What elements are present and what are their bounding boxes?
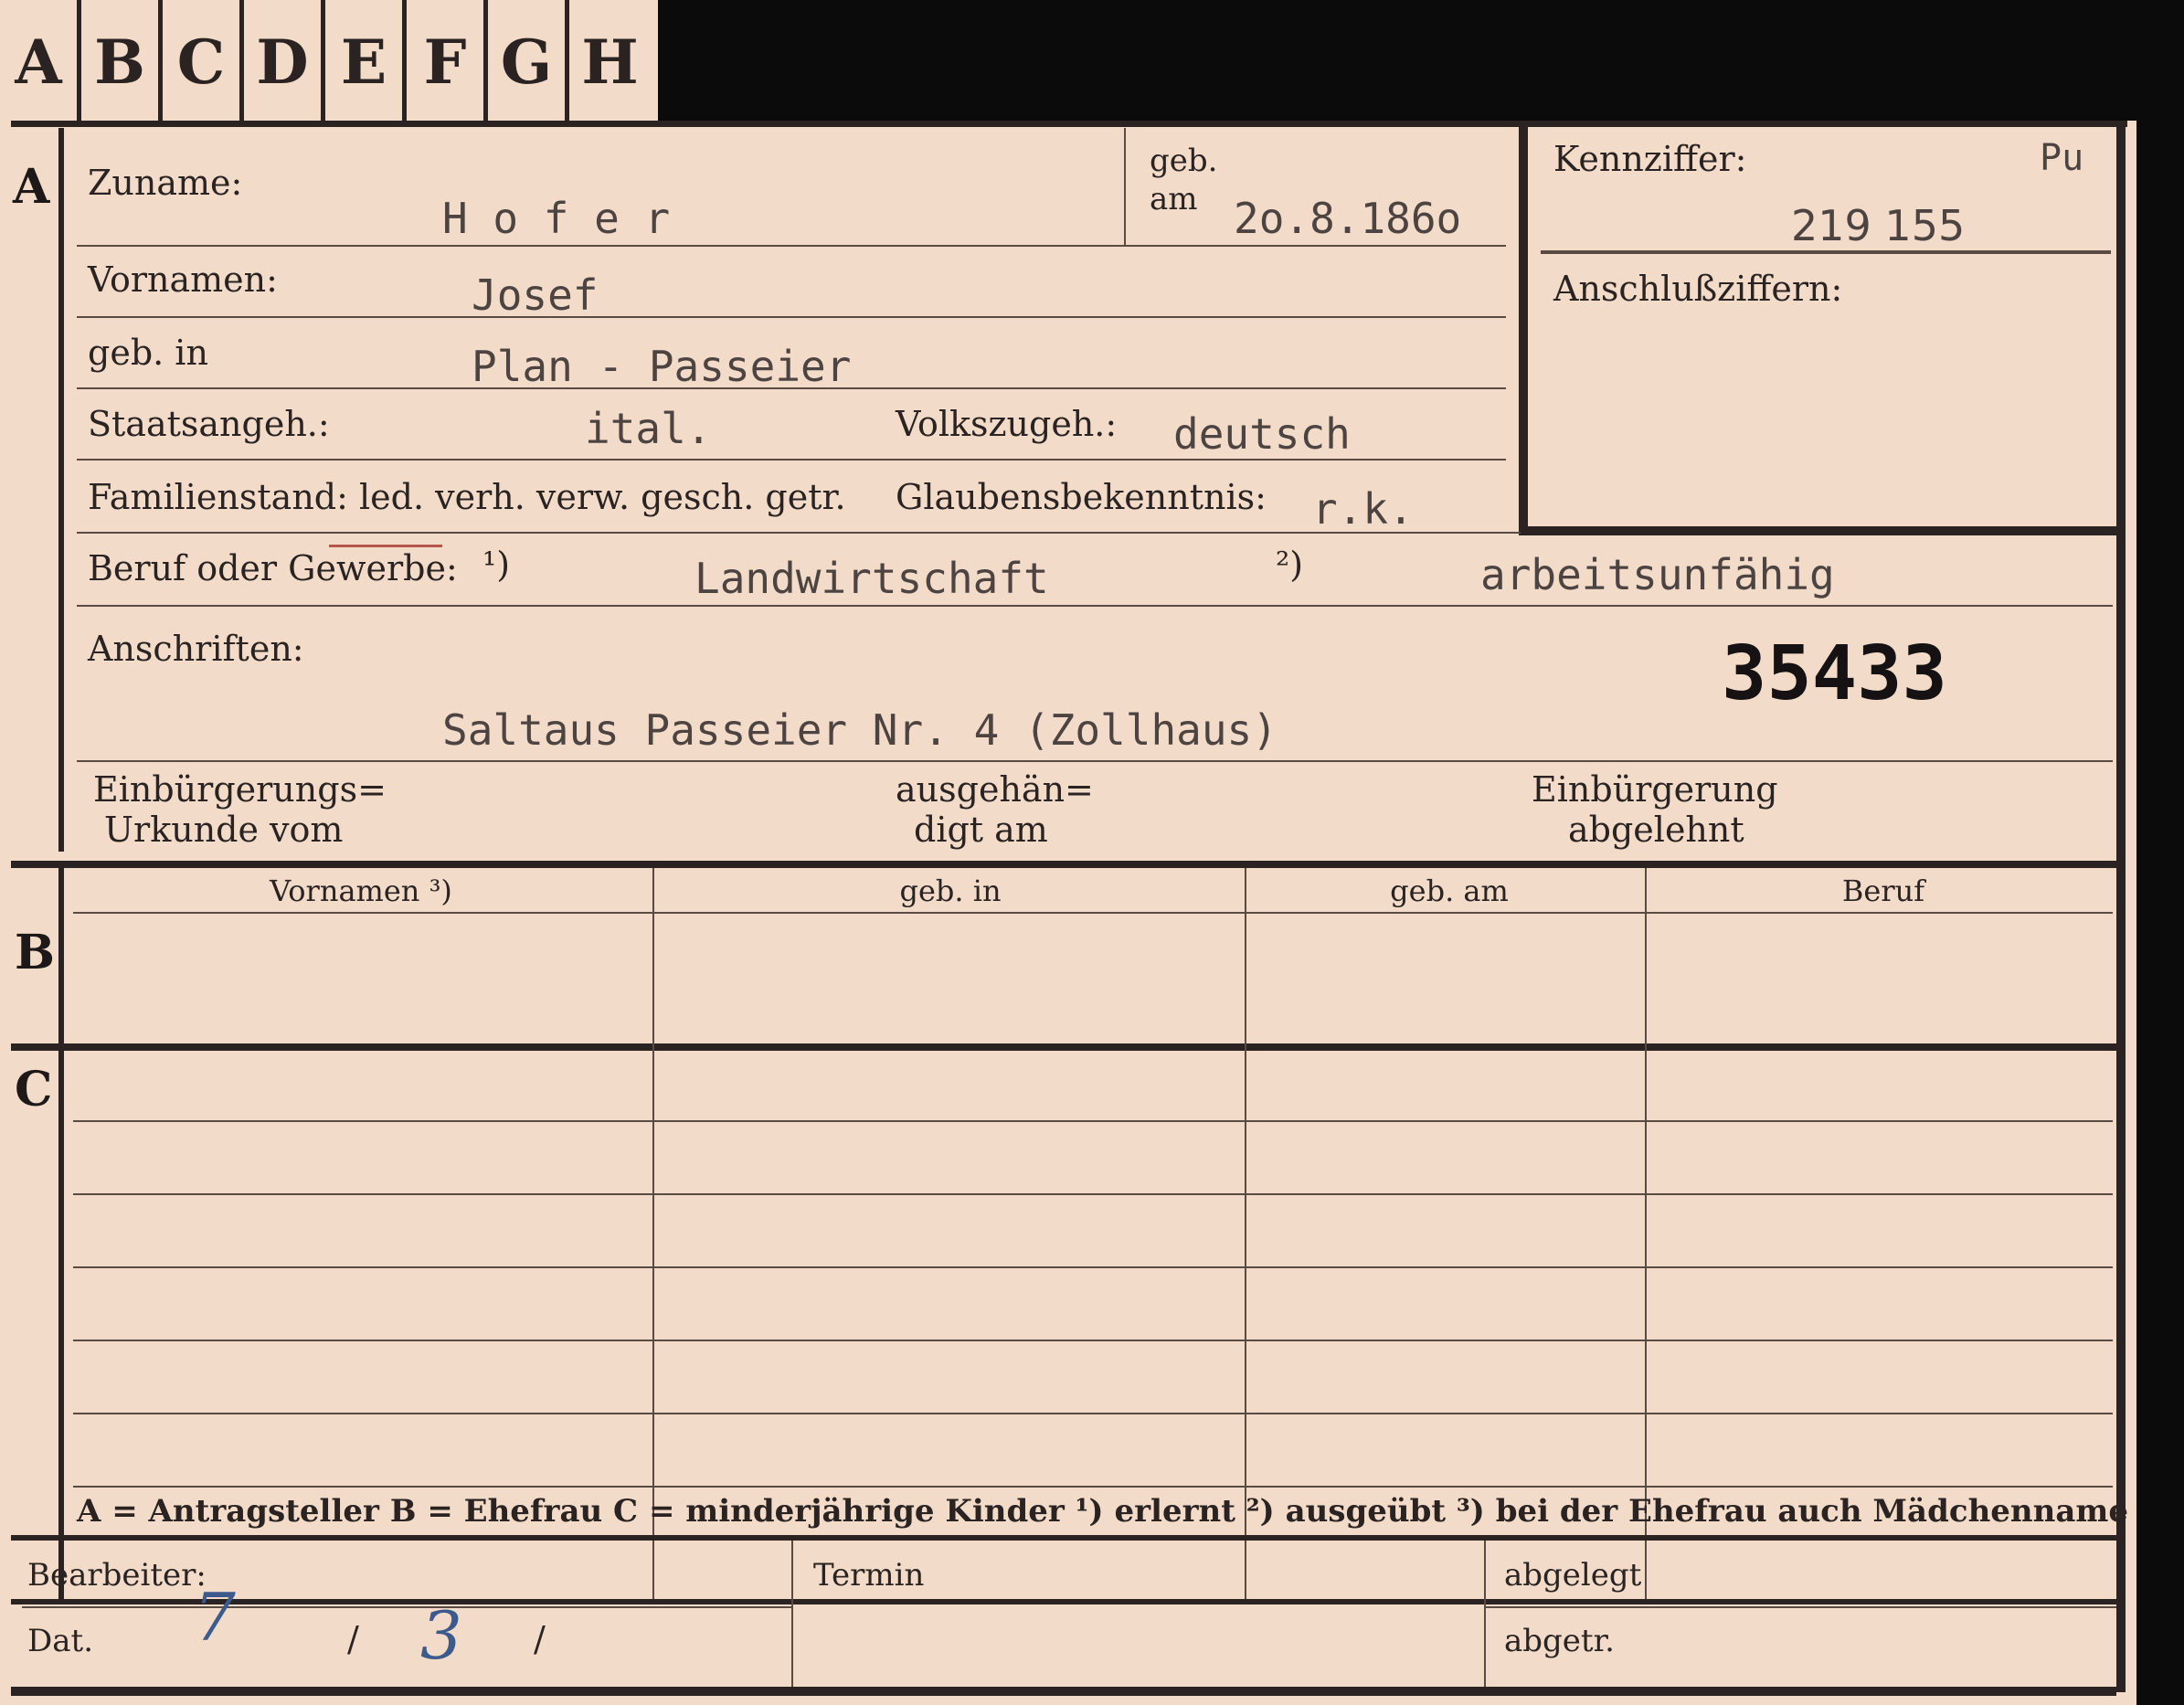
index-card: A B C Kennziffer: Pu 219 155 Anschlußzif… bbox=[0, 121, 2136, 1705]
kennziffer-value: 219 155 bbox=[1791, 201, 1966, 250]
kennziffer-label: Kennziffer: bbox=[1553, 139, 1747, 179]
c-row-line-3 bbox=[73, 1266, 2113, 1268]
staatsangeh-value: ital. bbox=[585, 404, 712, 453]
tab-h[interactable]: H bbox=[569, 0, 651, 124]
beruf-erlernt-value: Landwirtschaft bbox=[694, 554, 1049, 603]
tab-g[interactable]: G bbox=[488, 0, 569, 124]
rule-section-c-top bbox=[11, 1043, 2116, 1051]
rule-legend-top bbox=[11, 1599, 2116, 1604]
anschrift-value: Saltaus Passeier Nr. 4 (Zollhaus) bbox=[442, 705, 1278, 755]
date-day-handwritten: 7 bbox=[194, 1579, 236, 1656]
rule-beruf bbox=[77, 605, 2113, 607]
tab-b[interactable]: B bbox=[81, 0, 163, 124]
geb-in-label: geb. in bbox=[88, 333, 208, 373]
familienstand-marker bbox=[329, 545, 442, 547]
col-divider-2 bbox=[1245, 868, 1246, 1599]
termin-label: Termin bbox=[813, 1557, 925, 1594]
section-a-letter: A bbox=[13, 159, 50, 215]
bearbeiter-label: Bearbeiter: bbox=[27, 1557, 207, 1594]
ausgehaendigt-label-2: digt am bbox=[914, 810, 1048, 850]
geb-in-value: Plan - Passeier bbox=[472, 342, 852, 391]
footer-rule-left bbox=[22, 1606, 791, 1608]
tab-a[interactable]: A bbox=[0, 0, 81, 124]
section-c-rule bbox=[58, 1051, 64, 1599]
rule-zuname bbox=[77, 245, 1506, 247]
glaubensbekenntnis-label: Glaubensbekenntnis: bbox=[896, 477, 1267, 517]
kennziffer-prefix: Pu bbox=[2040, 137, 2084, 179]
ausgehaendigt-label-1: ausgehän= bbox=[896, 769, 1094, 810]
c-row-line-5 bbox=[73, 1413, 2113, 1414]
volkszugeh-value: deutsch bbox=[1173, 409, 1351, 459]
footer-divider-1 bbox=[791, 1541, 793, 1689]
col-divider-1 bbox=[652, 868, 654, 1599]
beruf-label: Beruf oder Gewerbe: bbox=[88, 548, 458, 588]
col-divider-3 bbox=[1645, 868, 1647, 1599]
rule-legend-bottom bbox=[11, 1535, 2116, 1541]
glaubensbekenntnis-value: r.k. bbox=[1312, 484, 1414, 534]
c-row-line-4 bbox=[73, 1340, 2113, 1341]
zuname-value: H o f e r bbox=[442, 194, 671, 243]
zuname-label: Zuname: bbox=[88, 163, 243, 203]
frame-right bbox=[2116, 121, 2126, 1692]
header-geb-am: geb. am bbox=[1390, 874, 1509, 908]
beruf-note1: ¹) bbox=[482, 545, 511, 585]
staatsangeh-label: Staatsangeh.: bbox=[88, 404, 330, 444]
header-beruf: Beruf bbox=[1841, 874, 1925, 908]
vornamen-value: Josef bbox=[472, 270, 599, 320]
tab-f[interactable]: F bbox=[407, 0, 488, 124]
familienstand-label: Familienstand: led. verh. verw. gesch. g… bbox=[88, 477, 846, 517]
footer-divider-2 bbox=[1484, 1541, 1486, 1689]
kennziffer-rule bbox=[1541, 250, 2111, 254]
volkszugeh-label: Volkszugeh.: bbox=[896, 404, 1118, 444]
footer-rule-right bbox=[1484, 1606, 2116, 1608]
geb-divider bbox=[1124, 128, 1126, 247]
rule-section-b-top bbox=[11, 861, 2116, 868]
header-vornamen: Vornamen ³) bbox=[270, 874, 452, 908]
am-label: am bbox=[1150, 181, 1198, 217]
einbuergerung-abgelehnt-label-2: abgelehnt bbox=[1568, 810, 1744, 850]
rule-staatsangeh bbox=[77, 459, 1506, 461]
frame-bottom bbox=[11, 1687, 2116, 1696]
beruf-ausgeuebt-value: arbeitsunfähig bbox=[1480, 550, 1835, 599]
einbuergerungsurkunde-label-2: Urkunde vom bbox=[104, 810, 344, 850]
anschlussziffern-label: Anschlußziffern: bbox=[1553, 269, 1843, 309]
rule-geb-in bbox=[77, 387, 1506, 389]
rule-vornamen bbox=[77, 316, 1506, 318]
dat-label: Dat. bbox=[27, 1623, 94, 1659]
kennziffer-box-left bbox=[1519, 126, 1528, 528]
beruf-note2: ²) bbox=[1276, 545, 1304, 585]
frame-top bbox=[11, 121, 2127, 127]
rule-anschrift bbox=[77, 760, 2113, 762]
section-a-rule bbox=[58, 128, 64, 852]
stamp-number: 35433 bbox=[1722, 630, 1947, 717]
c-row-line-6 bbox=[73, 1486, 2113, 1488]
date-slash-2: / bbox=[534, 1619, 546, 1659]
rule-table-header bbox=[73, 912, 2113, 914]
section-b-letter: B bbox=[15, 925, 55, 980]
abgelegt-label: abgelegt bbox=[1504, 1557, 1642, 1594]
kennziffer-box-bottom bbox=[1519, 526, 2118, 535]
letter-tabs: A B C D E F G H bbox=[0, 0, 658, 124]
section-c-letter: C bbox=[15, 1062, 53, 1117]
anschriften-label: Anschriften: bbox=[88, 629, 304, 669]
geb-label: geb. bbox=[1150, 143, 1218, 179]
c-row-line-1 bbox=[73, 1120, 2113, 1122]
c-row-line-2 bbox=[73, 1193, 2113, 1195]
tab-c[interactable]: C bbox=[163, 0, 244, 124]
date-month-handwritten: 3 bbox=[420, 1597, 462, 1674]
vornamen-label: Vornamen: bbox=[88, 259, 278, 300]
geb-am-value: 2o.8.186o bbox=[1234, 194, 1462, 243]
tab-e[interactable]: E bbox=[325, 0, 407, 124]
header-geb-in: geb. in bbox=[899, 874, 1002, 908]
tab-d[interactable]: D bbox=[244, 0, 325, 124]
legend-text: A = Antragsteller B = Ehefrau C = minder… bbox=[77, 1493, 2128, 1530]
rule-familienstand bbox=[77, 532, 1521, 534]
einbuergerung-abgelehnt-label-1: Einbürgerung bbox=[1532, 769, 1778, 810]
einbuergerungsurkunde-label-1: Einbürgerungs= bbox=[93, 769, 387, 810]
abgetr-label: abgetr. bbox=[1504, 1623, 1615, 1659]
date-slash-1: / bbox=[347, 1619, 359, 1659]
